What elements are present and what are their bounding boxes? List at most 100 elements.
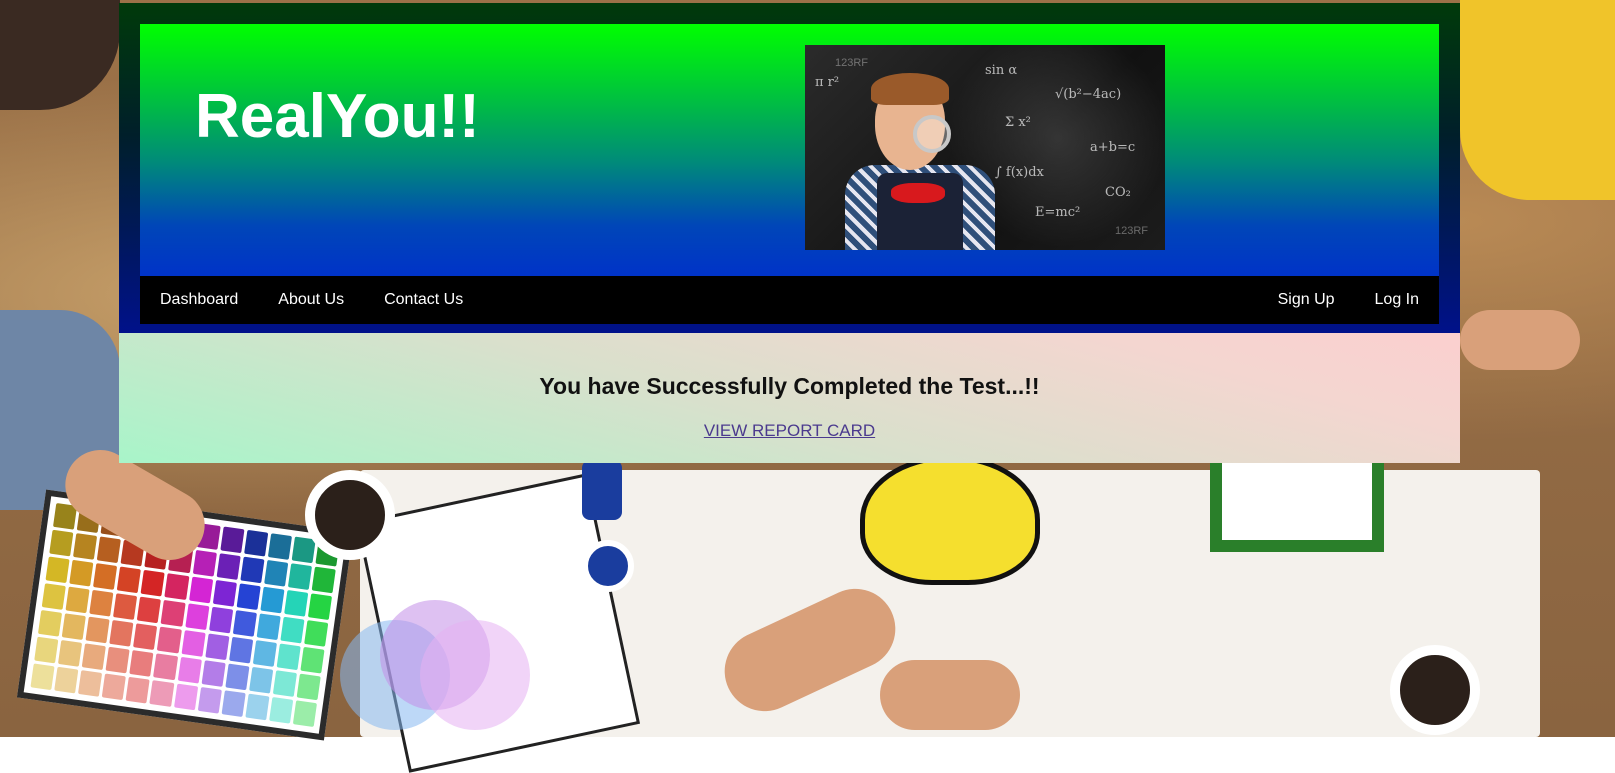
palette-swatch — [268, 533, 292, 560]
palette-swatch — [312, 567, 336, 594]
palette-swatch — [174, 684, 198, 711]
palette-swatch — [229, 637, 253, 664]
hero-image: sin α √(b²−4ac) Σ x² a+b=c ∫ f(x)dx CO₂ … — [805, 45, 1165, 250]
main-card: RealYou!! sin α √(b²−4ac) Σ x² a+b=c ∫ f… — [119, 3, 1460, 463]
magnifying-glass-icon — [913, 115, 951, 153]
chalk-equation: CO₂ — [1105, 185, 1131, 200]
palette-swatch — [233, 610, 257, 637]
palette-swatch — [185, 603, 209, 630]
palette-swatch — [269, 697, 293, 724]
palette-swatch — [264, 560, 288, 587]
palette-swatch — [280, 617, 304, 644]
chalk-equation: √(b²−4ac) — [1055, 87, 1121, 102]
chalk-equation: a+b=c — [1090, 140, 1135, 155]
nav-contact-us[interactable]: Contact Us — [364, 276, 483, 324]
palette-swatch — [161, 600, 185, 627]
palette-swatch — [212, 580, 236, 607]
navbar: Dashboard About Us Contact Us Sign Up Lo… — [140, 276, 1439, 324]
view-report-card-link[interactable]: VIEW REPORT CARD — [119, 421, 1460, 441]
palette-swatch — [297, 674, 321, 701]
background-exclamation — [582, 460, 622, 520]
palette-swatch — [157, 627, 181, 654]
palette-swatch — [201, 660, 225, 687]
palette-swatch — [58, 640, 82, 667]
palette-swatch — [220, 526, 244, 553]
palette-swatch — [293, 700, 317, 727]
palette-swatch — [106, 647, 130, 674]
watermark: 123RF — [1115, 225, 1148, 237]
nav-dashboard[interactable]: Dashboard — [140, 276, 258, 324]
palette-swatch — [189, 577, 213, 604]
palette-swatch — [225, 664, 249, 691]
chalk-equation: E=mc² — [1035, 205, 1080, 220]
background-exclamation-dot — [582, 540, 634, 592]
palette-swatch — [42, 583, 66, 610]
palette-swatch — [113, 593, 137, 620]
kid-hair — [871, 73, 949, 105]
palette-swatch — [209, 607, 233, 634]
background-lightbulb — [860, 455, 1040, 585]
palette-swatch — [249, 667, 273, 694]
palette-swatch — [141, 570, 165, 597]
palette-swatch — [245, 694, 269, 721]
palette-swatch — [216, 553, 240, 580]
palette-swatch — [177, 657, 201, 684]
nav-sign-up[interactable]: Sign Up — [1258, 276, 1355, 324]
nav-about-us[interactable]: About Us — [258, 276, 364, 324]
palette-swatch — [192, 550, 216, 577]
palette-swatch — [126, 677, 150, 704]
palette-swatch — [133, 623, 157, 650]
palette-swatch — [69, 560, 93, 587]
palette-swatch — [308, 593, 332, 620]
brand-title: RealYou!! — [195, 86, 480, 148]
background-green-frame — [1210, 455, 1384, 552]
background-venn-circle — [420, 620, 530, 730]
palette-swatch — [150, 680, 174, 707]
palette-swatch — [34, 637, 58, 664]
palette-swatch — [73, 533, 97, 560]
palette-swatch — [66, 587, 90, 614]
palette-swatch — [117, 567, 141, 594]
background-person-hair — [0, 0, 120, 110]
background-coffee-cup — [305, 470, 395, 560]
result-panel: You have Successfully Completed the Test… — [119, 333, 1460, 463]
palette-swatch — [284, 590, 308, 617]
palette-swatch — [260, 587, 284, 614]
palette-swatch — [197, 687, 221, 714]
palette-swatch — [240, 557, 264, 584]
palette-swatch — [165, 573, 189, 600]
palette-swatch — [137, 597, 161, 624]
palette-swatch — [45, 556, 69, 583]
palette-swatch — [153, 653, 177, 680]
chalk-equation: sin α — [985, 63, 1017, 78]
palette-swatch — [181, 630, 205, 657]
palette-swatch — [253, 640, 277, 667]
palette-swatch — [54, 667, 78, 694]
palette-swatch — [130, 650, 154, 677]
palette-swatch — [89, 590, 113, 617]
palette-swatch — [304, 620, 328, 647]
palette-swatch — [110, 620, 134, 647]
palette-swatch — [236, 583, 260, 610]
palette-swatch — [78, 670, 102, 697]
palette-swatch — [93, 563, 117, 590]
palette-swatch — [97, 536, 121, 563]
nav-log-in[interactable]: Log In — [1355, 276, 1439, 324]
palette-swatch — [244, 530, 268, 557]
background-arm — [1460, 310, 1580, 370]
palette-swatch — [82, 643, 106, 670]
palette-swatch — [102, 673, 126, 700]
palette-swatch — [38, 610, 62, 637]
hero-banner: RealYou!! sin α √(b²−4ac) Σ x² a+b=c ∫ f… — [140, 24, 1439, 276]
chalk-equation: ∫ f(x)dx — [995, 165, 1044, 180]
background-yellow-sleeve — [1460, 0, 1615, 200]
chalk-equation: Σ x² — [1005, 115, 1031, 130]
palette-swatch — [49, 530, 73, 557]
palette-swatch — [288, 563, 312, 590]
background-coffee-cup — [1390, 645, 1480, 735]
palette-swatch — [276, 643, 300, 670]
kid-bowtie — [891, 183, 945, 203]
watermark: 123RF — [835, 57, 868, 69]
header: RealYou!! sin α √(b²−4ac) Σ x² a+b=c ∫ f… — [119, 3, 1460, 333]
palette-swatch — [86, 617, 110, 644]
